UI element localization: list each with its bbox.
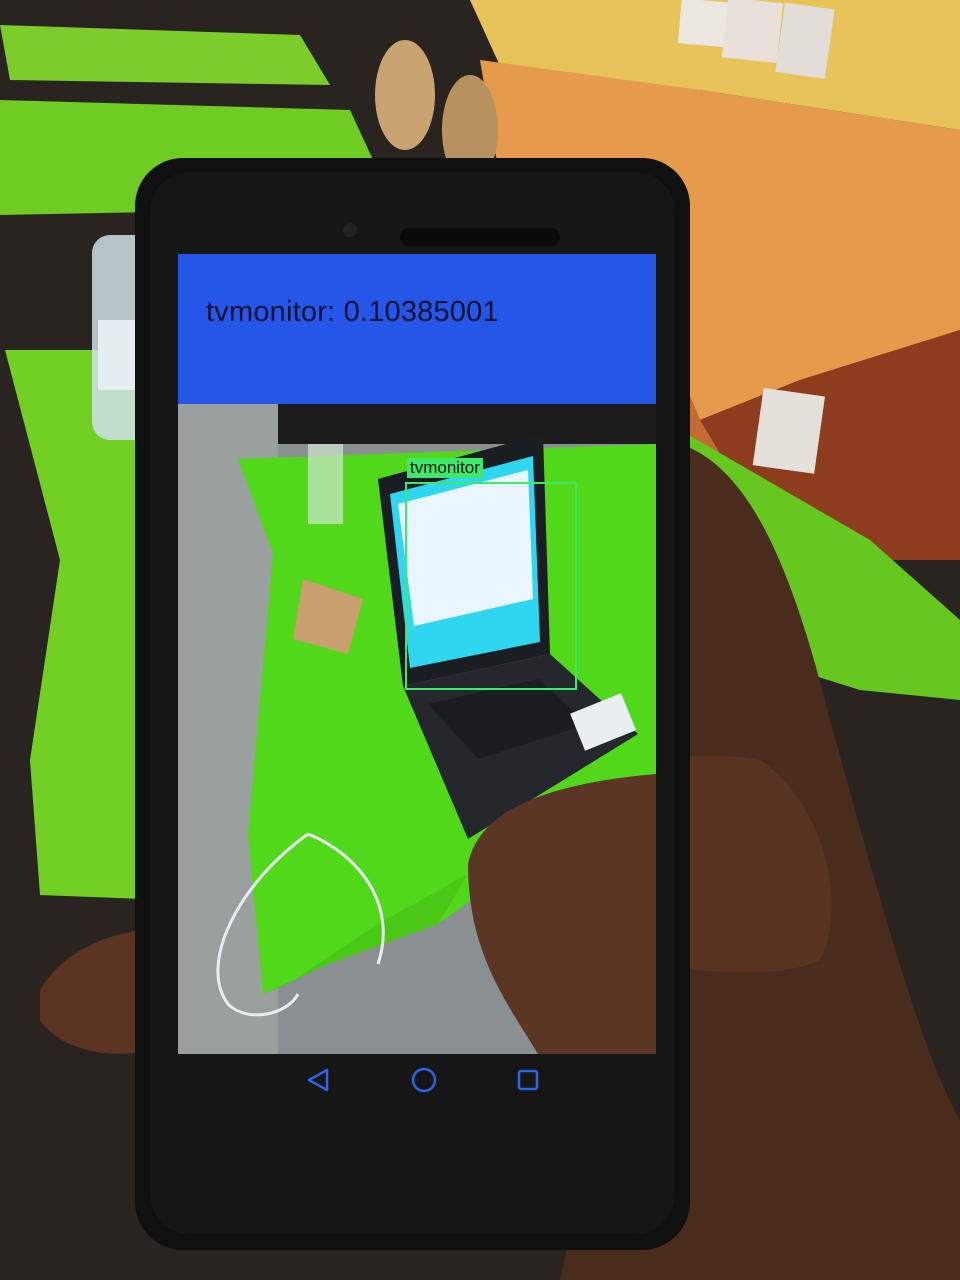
circle-home-icon xyxy=(411,1067,437,1093)
triangle-back-icon xyxy=(307,1068,329,1092)
recents-button[interactable] xyxy=(504,1056,552,1104)
detection-bounding-box xyxy=(405,482,577,690)
detection-result-text: tvmonitor: 0.10385001 xyxy=(206,296,499,328)
back-button[interactable] xyxy=(294,1056,342,1104)
phone-screen: tvmonitor: 0.10385001 tvmonitor xyxy=(178,254,656,1054)
detection-label: tvmonitor xyxy=(407,458,483,478)
square-recents-icon xyxy=(517,1069,539,1091)
home-button[interactable] xyxy=(400,1056,448,1104)
android-navigation-bar xyxy=(230,1056,610,1104)
